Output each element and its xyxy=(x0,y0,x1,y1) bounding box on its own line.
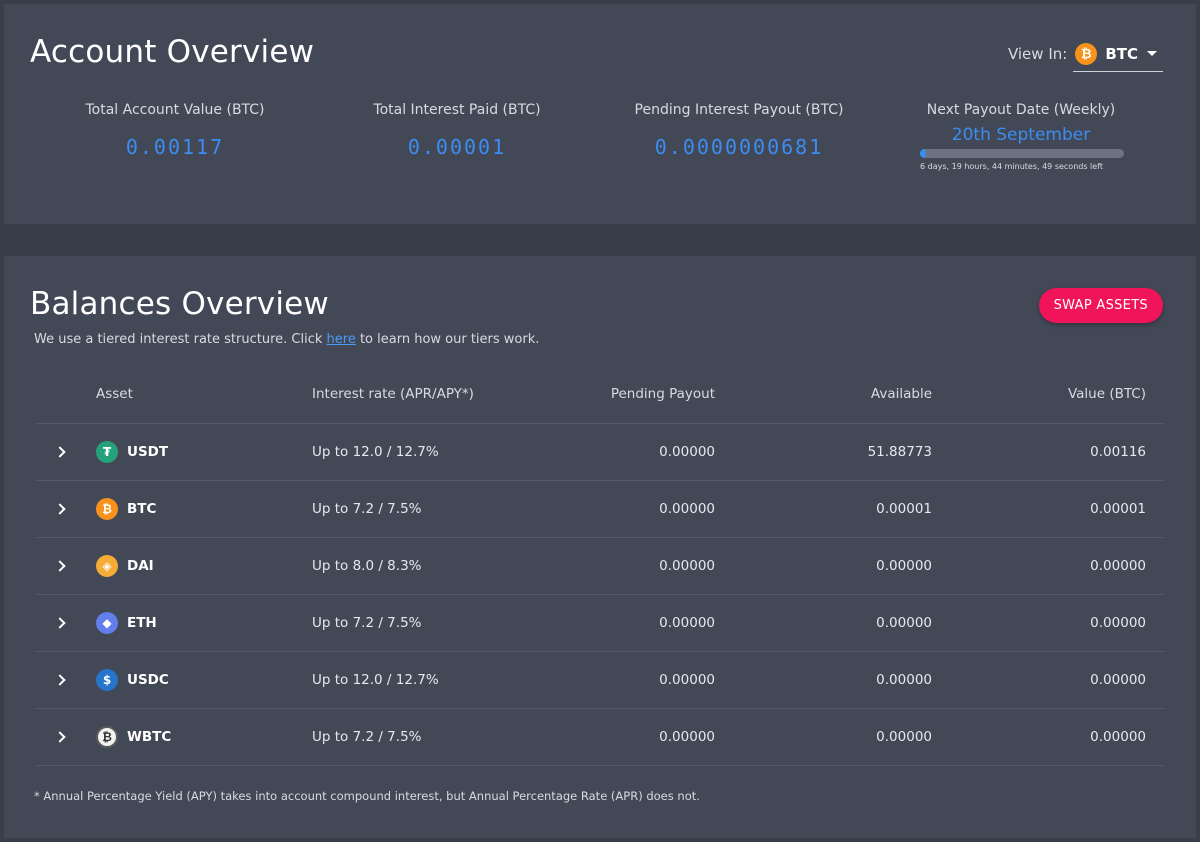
pending-payout-cell: 0.00000 xyxy=(492,423,715,481)
pending-payout-cell: 0.00000 xyxy=(492,708,715,766)
value-cell: 0.00000 xyxy=(932,537,1164,595)
swap-assets-button[interactable]: SWAP ASSETS xyxy=(1038,288,1163,323)
currency-select[interactable]: ₿ BTC xyxy=(1073,36,1163,72)
chevron-right-icon[interactable] xyxy=(54,445,66,458)
available-cell: 0.00000 xyxy=(715,537,932,595)
value-cell: 0.00000 xyxy=(932,651,1164,709)
balances-table: Asset Interest rate (APR/APY*) Pending P… xyxy=(36,366,1164,766)
tier-note-text: We use a tiered interest rate structure.… xyxy=(34,332,327,347)
table-row[interactable]: ₿ WBTC Up to 7.2 / 7.5% 0.00000 0.00000 0.000… xyxy=(36,708,1164,766)
interest-rate-cell: Up to 8.0 / 8.3% xyxy=(312,537,492,595)
table-header-row: Asset Interest rate (APR/APY*) Pending P… xyxy=(36,366,1164,424)
header-expand xyxy=(36,366,86,424)
asset-cell: ◈ DAI xyxy=(86,537,312,595)
header-pending-payout: Pending Payout xyxy=(492,366,715,424)
asset-code: WBTC xyxy=(127,728,172,745)
payout-countdown: 6 days, 19 hours, 44 minutes, 49 seconds… xyxy=(920,162,1104,171)
total-interest-paid: Total Interest Paid (BTC) 0.00001 xyxy=(332,100,582,159)
chevron-right-icon[interactable] xyxy=(54,502,66,515)
caret-down-icon xyxy=(1147,51,1157,56)
next-payout: Next Payout Date (Weekly) 20th September… xyxy=(916,100,1126,171)
interest-rate-cell: Up to 12.0 / 12.7% xyxy=(312,423,492,481)
account-overview-title: Account Overview xyxy=(30,34,315,70)
usdc-icon: $ xyxy=(96,668,118,691)
table-row[interactable]: ◈ DAI Up to 8.0 / 8.3% 0.00000 0.00000 0.0000… xyxy=(36,537,1164,595)
interest-rate-cell: Up to 7.2 / 7.5% xyxy=(312,594,492,652)
apy-footnote: * Annual Percentage Yield (APY) takes in… xyxy=(34,789,700,803)
tier-note: We use a tiered interest rate structure.… xyxy=(34,332,539,347)
asset-cell: $ USDC xyxy=(86,651,312,709)
expand-cell xyxy=(36,708,86,766)
interest-rate-cell: Up to 12.0 / 12.7% xyxy=(312,651,492,709)
total-interest-paid-amount: 0.00001 xyxy=(407,135,507,159)
available-cell: 0.00000 xyxy=(715,708,932,766)
asset-code: USDC xyxy=(127,671,169,688)
asset-code: BTC xyxy=(127,500,157,517)
tier-info-link[interactable]: here xyxy=(327,332,356,347)
total-interest-paid-label: Total Interest Paid (BTC) xyxy=(373,102,541,118)
total-account-value: Total Account Value (BTC) 0.00117 xyxy=(50,100,300,159)
header-interest-rate: Interest rate (APR/APY*) xyxy=(312,366,492,424)
header-value: Value (BTC) xyxy=(932,366,1164,424)
wbtc-icon: ₿ xyxy=(96,725,118,748)
view-in-label: View In: xyxy=(1007,45,1068,63)
expand-cell xyxy=(36,537,86,595)
total-account-value-label: Total Account Value (BTC) xyxy=(85,102,265,118)
pending-payout-cell: 0.00000 xyxy=(492,480,715,538)
dai-icon: ◈ xyxy=(96,554,118,577)
next-payout-label: Next Payout Date (Weekly) xyxy=(926,102,1116,118)
asset-cell: ₿ WBTC xyxy=(86,708,312,766)
pending-interest-payout-amount: 0.0000000681 xyxy=(654,135,824,159)
chevron-right-icon[interactable] xyxy=(54,673,66,686)
chevron-right-icon[interactable] xyxy=(54,616,66,629)
asset-code: ETH xyxy=(127,614,157,631)
table-row[interactable]: ₮ USDT Up to 12.0 / 12.7% 0.00000 51.88773 0.… xyxy=(36,423,1164,481)
table-row[interactable]: ◆ ETH Up to 7.2 / 7.5% 0.00000 0.00000 0.0000… xyxy=(36,594,1164,652)
asset-code: USDT xyxy=(127,443,169,460)
expand-cell xyxy=(36,594,86,652)
interest-rate-cell: Up to 7.2 / 7.5% xyxy=(312,480,492,538)
expand-cell xyxy=(36,651,86,709)
tether-icon: ₮ xyxy=(96,440,118,463)
view-in-control: View In: ₿ BTC xyxy=(1008,36,1163,72)
expand-cell xyxy=(36,480,86,538)
asset-cell: ◆ ETH xyxy=(86,594,312,652)
pending-payout-cell: 0.00000 xyxy=(492,651,715,709)
value-cell: 0.00116 xyxy=(932,423,1164,481)
available-cell: 51.88773 xyxy=(715,423,932,481)
available-cell: 0.00001 xyxy=(715,480,932,538)
value-cell: 0.00000 xyxy=(932,594,1164,652)
table-row[interactable]: $ USDC Up to 12.0 / 12.7% 0.00000 0.00000 0.0… xyxy=(36,651,1164,709)
chevron-right-icon[interactable] xyxy=(54,730,66,743)
header-asset: Asset xyxy=(86,366,312,424)
available-cell: 0.00000 xyxy=(715,594,932,652)
chevron-right-icon[interactable] xyxy=(54,559,66,572)
balances-overview-title: Balances Overview xyxy=(30,286,329,322)
interest-rate-cell: Up to 7.2 / 7.5% xyxy=(312,708,492,766)
asset-cell: ₮ USDT xyxy=(86,423,312,481)
pending-payout-cell: 0.00000 xyxy=(492,537,715,595)
available-cell: 0.00000 xyxy=(715,651,932,709)
next-payout-date: 20th September xyxy=(951,125,1091,145)
payout-progress-bar xyxy=(920,149,1124,158)
pending-interest-payout: Pending Interest Payout (BTC) 0.00000006… xyxy=(614,100,864,159)
expand-cell xyxy=(36,423,86,481)
bitcoin-icon: ₿ xyxy=(96,497,118,520)
header-available: Available xyxy=(715,366,932,424)
value-cell: 0.00000 xyxy=(932,708,1164,766)
tier-note-text-end: to learn how our tiers work. xyxy=(355,332,540,347)
total-account-value-amount: 0.00117 xyxy=(125,135,225,159)
pending-interest-payout-label: Pending Interest Payout (BTC) xyxy=(634,102,844,118)
bitcoin-icon: ₿ xyxy=(1075,42,1098,65)
balances-table-body: ₮ USDT Up to 12.0 / 12.7% 0.00000 51.88773 0.… xyxy=(36,423,1164,766)
pending-payout-cell: 0.00000 xyxy=(492,594,715,652)
payout-progress-fill xyxy=(920,149,927,158)
asset-code: DAI xyxy=(127,557,154,574)
asset-cell: ₿ BTC xyxy=(86,480,312,538)
table-row[interactable]: ₿ BTC Up to 7.2 / 7.5% 0.00000 0.00001 0.0000… xyxy=(36,480,1164,538)
ethereum-icon: ◆ xyxy=(96,611,118,634)
value-cell: 0.00001 xyxy=(932,480,1164,538)
currency-value: BTC xyxy=(1105,44,1138,63)
